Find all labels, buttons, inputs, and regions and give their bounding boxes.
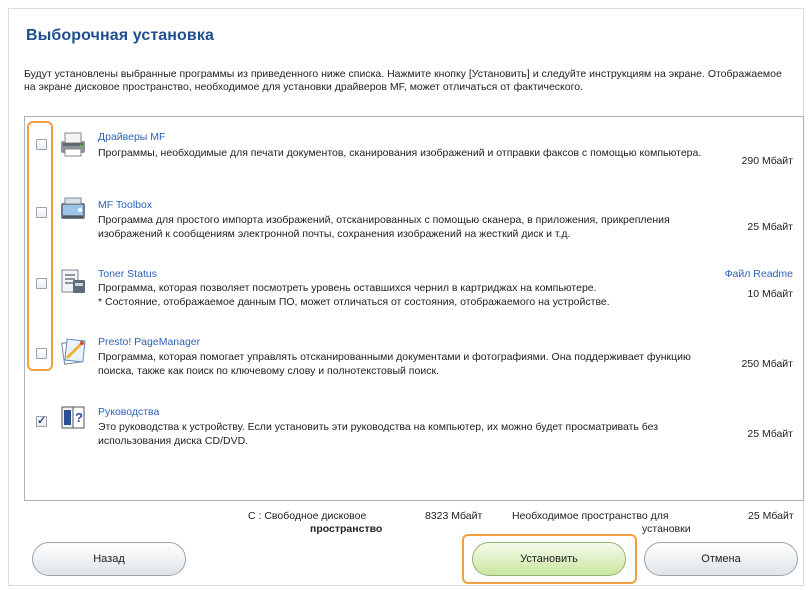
- item-size: 290 Мбайт: [741, 155, 793, 167]
- item-size: 25 Мбайт: [747, 428, 793, 440]
- item-name[interactable]: Драйверы MF: [98, 131, 165, 143]
- item-name[interactable]: Toner Status: [98, 268, 157, 280]
- drive-label: C : Свободное дисковое пространство: [248, 510, 382, 536]
- item-name[interactable]: Presto! PageManager: [98, 336, 200, 348]
- item-description: Программа, которая помогает управлять от…: [98, 351, 691, 377]
- free-space-value: 8323 Мбайт: [425, 510, 483, 522]
- item-name[interactable]: Руководства: [98, 406, 159, 418]
- program-list: Драйверы MF Программы, необходимые для п…: [24, 116, 804, 501]
- item-description: Программа, которая позволяет посмотреть …: [98, 282, 610, 308]
- printer-driver-icon: [58, 129, 88, 159]
- drive-label-line1: C : Свободное дисковое: [248, 510, 367, 522]
- intro-text: Будут установлены выбранные программы из…: [24, 68, 782, 93]
- page-manager-icon: [58, 336, 88, 366]
- item-description: Программа для простого импорта изображен…: [98, 214, 670, 240]
- item-size: 250 Мбайт: [741, 358, 793, 370]
- toolbox-icon: [58, 195, 88, 225]
- readme-link[interactable]: Файл Readme: [725, 268, 793, 280]
- svg-text:?: ?: [75, 410, 83, 425]
- list-item-mf-toolbox: MF Toolbox Программа для простого импорт…: [25, 193, 803, 263]
- page-title: Выборочная установка: [26, 27, 214, 44]
- required-label-line1: Необходимое пространство для: [512, 510, 669, 522]
- install-highlight: [462, 534, 637, 584]
- cancel-button[interactable]: Отмена: [644, 542, 798, 576]
- list-item-mf-drivers: Драйверы MF Программы, необходимые для п…: [25, 123, 803, 185]
- item-size: 25 Мбайт: [747, 221, 793, 233]
- back-button[interactable]: Назад: [32, 542, 186, 576]
- item-size: 10 Мбайт: [747, 288, 793, 300]
- list-item-toner-status: Toner Status Файл Readme Программа, кото…: [25, 264, 803, 328]
- list-item-presto-pagemanager: Presto! PageManager Программа, которая п…: [25, 334, 803, 398]
- item-name[interactable]: MF Toolbox: [98, 199, 152, 211]
- item-description: Это руководства к устройству. Если устан…: [98, 421, 659, 447]
- required-space-value: 25 Мбайт: [748, 510, 794, 522]
- item-description: Программы, необходимые для печати докуме…: [98, 147, 702, 159]
- list-item-manuals: ? Руководства Это руководства к устройст…: [25, 402, 803, 466]
- manuals-icon: ?: [58, 402, 88, 432]
- required-label: Необходимое пространство для установки: [512, 510, 691, 536]
- toner-status-icon: [58, 266, 88, 296]
- drive-label-line2: пространство: [310, 523, 383, 535]
- checkbox-highlight: [27, 121, 53, 371]
- checkbox-manuals[interactable]: [36, 414, 47, 427]
